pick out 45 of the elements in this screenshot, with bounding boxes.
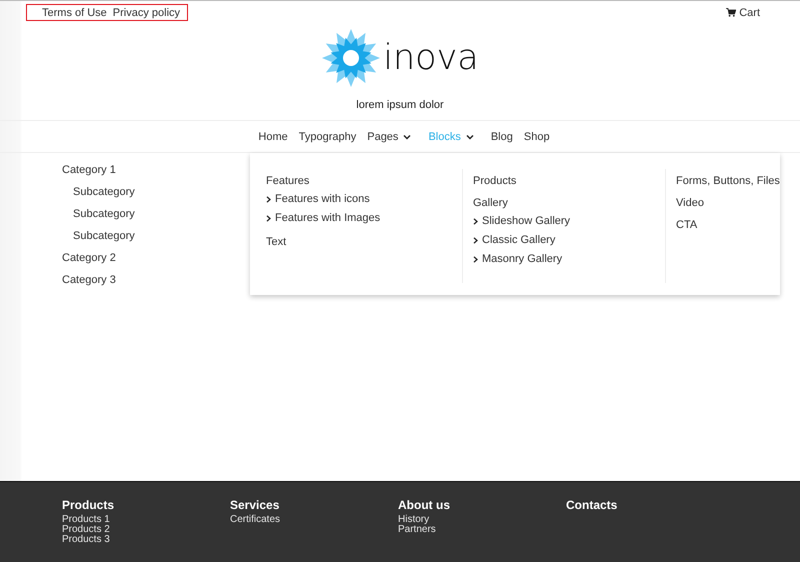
chevron-right-icon xyxy=(266,196,271,202)
top-link[interactable]: Privacy policy xyxy=(112,6,180,18)
nav-item[interactable]: Blog xyxy=(490,130,513,142)
footer-link[interactable]: History xyxy=(398,515,566,525)
chevron-right-icon xyxy=(266,214,271,222)
category-link[interactable]: Category 2 xyxy=(62,251,250,273)
nav-item[interactable]: Pages xyxy=(367,130,418,142)
nav-item[interactable]: Typography xyxy=(298,130,356,142)
footer-heading: Services xyxy=(230,498,280,512)
menu-item[interactable]: Gallery xyxy=(473,197,508,209)
footer-heading: Products xyxy=(62,498,116,512)
cart-icon xyxy=(726,8,736,17)
tagline: lorem ipsum dolor xyxy=(355,99,445,111)
menu-item[interactable]: Slideshow Gallery xyxy=(473,215,570,227)
top-link[interactable]: Terms of Use xyxy=(42,6,107,18)
category-link[interactable]: Category 1 xyxy=(62,163,250,185)
category-link[interactable]: Category 3 xyxy=(62,273,250,295)
footer-heading: About us xyxy=(398,498,451,512)
nav-item[interactable]: Shop xyxy=(524,130,550,142)
nav-item[interactable]: Home xyxy=(258,130,288,142)
footer-link[interactable]: Partners xyxy=(398,525,566,535)
menu-item[interactable]: CTA xyxy=(676,219,698,231)
subcategory-link[interactable]: Subcategory xyxy=(62,185,250,207)
footer-link[interactable]: Products 1 xyxy=(62,515,230,525)
menu-item[interactable]: Video xyxy=(676,197,704,209)
chevron-right-icon xyxy=(473,256,478,262)
chevron-right-icon xyxy=(473,236,478,244)
flower-logo-icon xyxy=(321,28,382,88)
subcategory-link[interactable]: Subcategory xyxy=(62,207,250,229)
menu-item[interactable]: Masonry Gallery xyxy=(473,253,562,265)
menu-item[interactable]: Text xyxy=(266,236,286,248)
cart-link[interactable]: Cart xyxy=(726,6,760,18)
menu-item[interactable]: Features with Images xyxy=(266,212,380,224)
chevron-right-icon xyxy=(473,218,478,224)
subcategory-link[interactable]: Subcategory xyxy=(62,229,250,251)
menu-item[interactable]: Classic Gallery xyxy=(473,234,556,246)
logo-text: inova xyxy=(383,38,479,78)
menu-item[interactable]: Features with icons xyxy=(266,193,370,205)
footer-heading: Contacts xyxy=(566,498,618,512)
menu-item[interactable]: Features xyxy=(266,175,310,187)
footer-link[interactable]: Certificates xyxy=(230,515,398,525)
menu-item[interactable]: Forms, Buttons, Files xyxy=(676,175,780,187)
footer-link[interactable]: Products 3 xyxy=(62,535,230,545)
footer-link[interactable]: Products 2 xyxy=(62,525,230,535)
menu-item[interactable]: Products xyxy=(473,175,516,187)
